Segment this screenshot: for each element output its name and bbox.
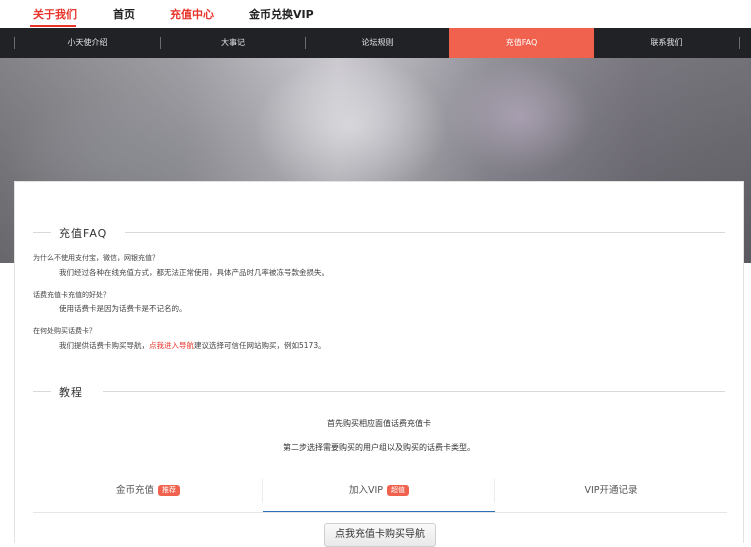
faq-question-2: 话费充值卡充值的好处？ [33,291,110,299]
faq-section-title: 充值FAQ [33,225,725,240]
tab-vip-records[interactable]: VIP开通记录 [495,473,727,511]
nav-about-us[interactable]: 关于我们 [33,6,77,22]
value-badge: 超值 [387,485,410,496]
sub-nav-recharge-faq[interactable]: 充值FAQ [449,28,594,58]
recommend-badge: 推荐 [158,485,180,496]
nav-home[interactable]: 首页 [113,6,135,22]
sub-nav-forum-rules[interactable]: 论坛规则 [306,28,449,58]
sub-nav: 小天使介绍 大事记 论坛规则 充值FAQ 联系我们 [0,28,751,58]
nav-coin-exchange-vip[interactable]: 金币兑换VIP [249,6,314,22]
title-line-left [33,391,51,392]
sub-nav-intro[interactable]: 小天使介绍 [15,28,160,58]
faq-title: 充值FAQ [59,227,108,240]
tabs-baseline [33,512,727,513]
faq-answer-1: 我们经过各种在线充值方式，都无法正常使用，具体产品时几率被冻号款金损失。 [59,268,329,277]
nav-recharge-center[interactable]: 充值中心 [170,6,214,22]
faq-answer-3: 我们提供话费卡购买导航，点我进入导航建议选择可信任网站购买，例如5173。 [59,340,326,351]
tutorial-section-title: 教程 [33,384,725,399]
tab-label: 加入VIP [348,485,384,496]
tutorial-tabs: 金币充值 推荐 加入VIP 超值 VIP开通记录 [33,473,727,513]
sub-nav-milestones[interactable]: 大事记 [161,28,305,58]
faq-question-3: 在何处购买话费卡？ [33,327,96,335]
buy-card-navigation-button[interactable]: 点我充值卡购买导航 [324,523,436,547]
faq-answer-3-prefix: 我们提供话费卡购买导航， [59,341,149,350]
tab-join-vip[interactable]: 加入VIP 超值 [263,473,495,513]
tab-label: 金币充值 [115,485,154,496]
sub-nav-contact[interactable]: 联系我们 [594,28,739,58]
sub-nav-divider [739,37,740,49]
navigation-link[interactable]: 点我进入导航 [149,341,194,350]
top-nav: 关于我们 首页 充值中心 金币兑换VIP [0,0,751,28]
title-line-right [125,232,725,233]
tab-coin-recharge[interactable]: 金币充值 推荐 [33,473,263,511]
faq-answer-2: 使用话费卡是因为话费卡是不记名的。 [59,304,187,313]
active-nav-underline [30,25,76,27]
faq-answer-3-suffix: 建议选择可信任网站购买，例如5173。 [194,341,326,350]
tutorial-title: 教程 [59,386,83,399]
title-line-right [103,391,725,392]
content-card: 充值FAQ 为什么不使用支付宝，微信，网银充值？ 我们经过各种在线充值方式，都无… [14,181,744,547]
tab-label: VIP开通记录 [584,485,638,496]
tutorial-step-2: 第二步选择需要购买的用户组以及购买的话费卡类型。 [283,443,475,452]
tutorial-step-1: 首先购买相应面值话费充值卡 [327,419,431,428]
title-line-left [33,232,51,233]
faq-question-1: 为什么不使用支付宝，微信，网银充值？ [33,254,159,262]
